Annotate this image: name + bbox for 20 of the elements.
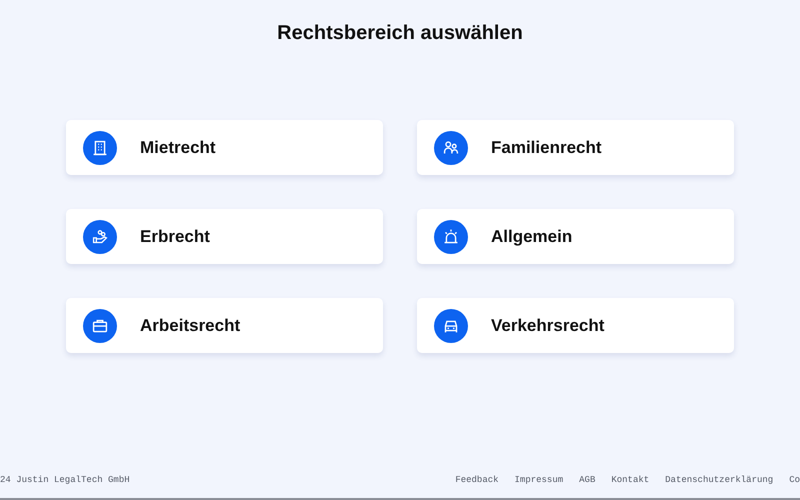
people-icon bbox=[434, 130, 468, 164]
page-title: Rechtsbereich auswählen bbox=[276, 22, 524, 45]
legal-area-card[interactable]: Verkehrsrecht bbox=[417, 298, 734, 353]
legal-area-card[interactable]: Familienrecht bbox=[417, 120, 734, 175]
legal-area-card[interactable]: Arbeitsrecht bbox=[66, 298, 383, 353]
briefcase-icon bbox=[83, 308, 117, 342]
hand-coins-icon bbox=[83, 220, 117, 254]
legal-area-card[interactable]: Allgemein bbox=[417, 209, 734, 264]
copyright-text: 24 Justin LegalTech GmbH bbox=[0, 475, 130, 485]
car-icon bbox=[434, 308, 468, 342]
footer-link[interactable]: Impressum bbox=[514, 475, 564, 485]
building-icon bbox=[83, 130, 117, 164]
footer-link[interactable]: Datenschutzerklärung bbox=[665, 475, 774, 485]
siren-icon bbox=[434, 220, 468, 254]
footer-link[interactable]: Kontakt bbox=[611, 475, 650, 485]
footer-link[interactable]: Co bbox=[789, 475, 800, 485]
footer-link[interactable]: AGB bbox=[579, 475, 596, 485]
legal-area-card[interactable]: Erbrecht bbox=[66, 209, 383, 264]
footer-link[interactable]: Feedback bbox=[455, 475, 499, 485]
legal-area-card[interactable]: Mietrecht bbox=[66, 120, 383, 175]
